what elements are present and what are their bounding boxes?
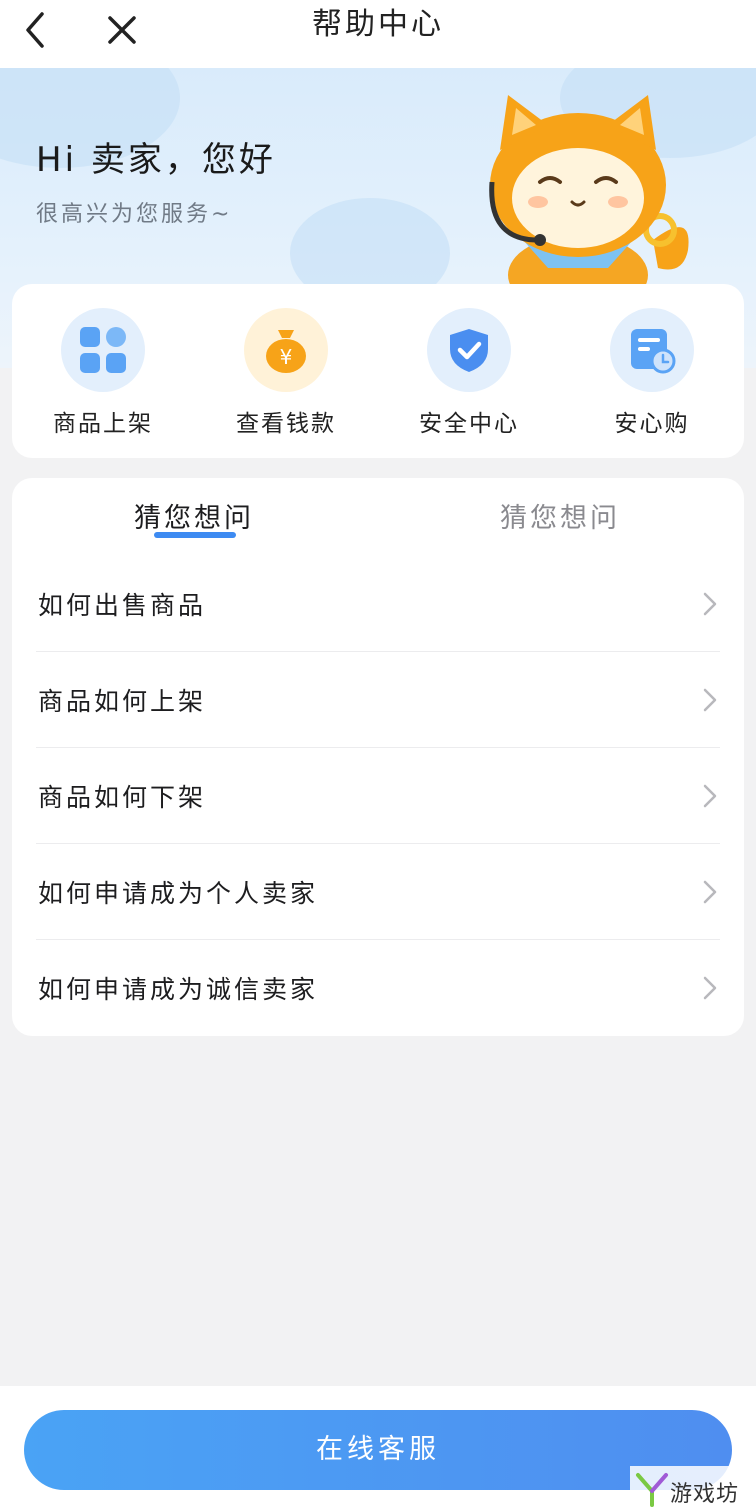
online-service-button[interactable]: 在线客服 (24, 1410, 732, 1490)
active-tab-indicator (154, 532, 236, 538)
faq-question: 商品如何上架 (38, 687, 207, 716)
faq-card: 猜您想问 猜您想问 如何出售商品 商品如何上架 商品如何下架 如何申请成为个人卖… (12, 478, 744, 1036)
faq-question: 商品如何下架 (38, 783, 207, 812)
watermark-logo-icon (636, 1473, 668, 1507)
svg-text:¥: ¥ (280, 345, 293, 369)
shortcut-icon-bg (610, 308, 694, 392)
faq-item[interactable]: 如何出售商品 (36, 556, 720, 652)
shortcut-safe-purchase[interactable]: 安心购 (561, 308, 743, 438)
shortcut-label: 商品上架 (53, 411, 153, 437)
faq-item[interactable]: 商品如何上架 (36, 652, 720, 748)
hero-greeting: Hi 卖家，您好 (36, 140, 276, 180)
shortcut-list-product[interactable]: 商品上架 (12, 308, 194, 438)
chevron-right-icon (703, 592, 717, 616)
grid-icon (80, 327, 126, 373)
shortcut-label: 查看钱款 (236, 411, 336, 437)
shortcut-icon-bg (427, 308, 511, 392)
watermark-text: 游戏坊 (670, 1482, 740, 1507)
chevron-right-icon (703, 880, 717, 904)
chevron-right-icon (703, 976, 717, 1000)
shortcut-card: 商品上架 ¥ 查看钱款 安全中心 安心购 (12, 284, 744, 458)
faq-question: 如何出售商品 (38, 591, 207, 620)
money-bag-icon: ¥ (266, 330, 306, 373)
watermark: 游戏坊 (630, 1466, 756, 1512)
shortcut-label: 安全中心 (419, 411, 519, 437)
top-bar: 帮助中心 (0, 0, 756, 68)
shortcut-icon-bg (61, 308, 145, 392)
faq-question: 如何申请成为个人卖家 (38, 879, 319, 908)
faq-question: 如何申请成为诚信卖家 (38, 975, 319, 1004)
shortcut-icon-bg: ¥ (244, 308, 328, 392)
cat-mascot-icon (489, 95, 689, 290)
shield-icon (450, 329, 488, 372)
faq-item[interactable]: 商品如何下架 (36, 748, 720, 844)
shortcut-view-money[interactable]: ¥ 查看钱款 (195, 308, 377, 438)
hero-subtitle: 很高兴为您服务~ (36, 202, 233, 227)
tab-guess-questions-1[interactable]: 猜您想问 (94, 496, 294, 535)
chevron-right-icon (703, 784, 717, 808)
faq-item[interactable]: 如何申请成为诚信卖家 (36, 940, 720, 1036)
schedule-icon (631, 329, 676, 374)
page-title: 帮助中心 (312, 7, 444, 42)
chevron-right-icon (703, 688, 717, 712)
tab-guess-questions-2[interactable]: 猜您想问 (460, 496, 660, 535)
faq-item[interactable]: 如何申请成为个人卖家 (36, 844, 720, 940)
shortcut-label: 安心购 (614, 411, 690, 437)
shortcut-security-center[interactable]: 安全中心 (378, 308, 560, 438)
